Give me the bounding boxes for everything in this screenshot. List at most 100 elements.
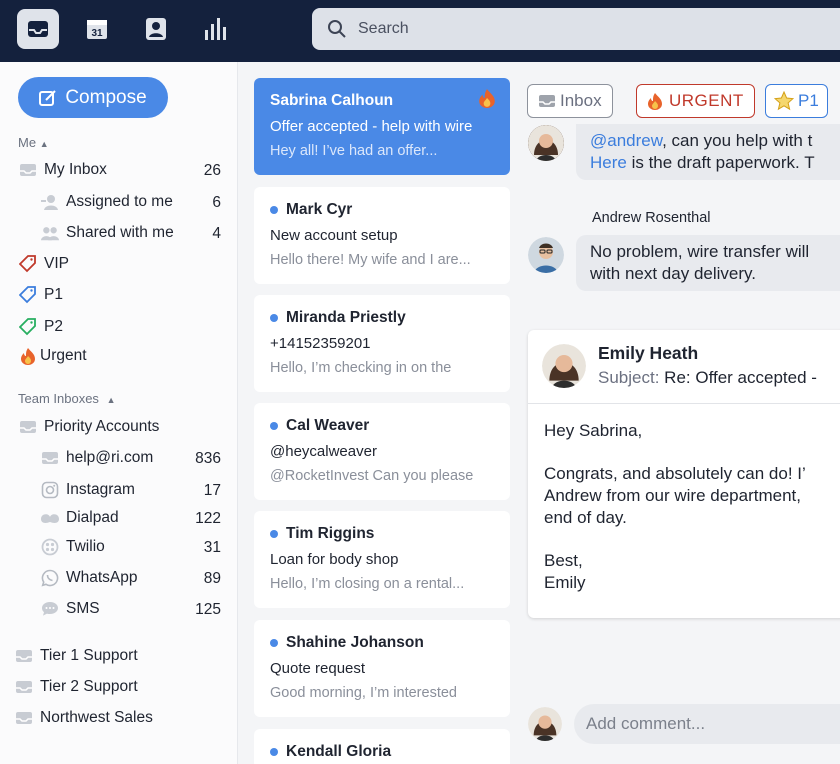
- unread-dot: [270, 206, 278, 214]
- whatsapp-icon: [40, 568, 60, 588]
- avatar: [528, 237, 564, 273]
- assigned-count: 6: [212, 194, 221, 211]
- instagram-icon: [40, 480, 60, 500]
- team-inboxes-section-label[interactable]: Team Inboxes ▲: [18, 391, 115, 406]
- message-bubble: @andrew, can you help with t Here is the…: [576, 124, 840, 180]
- conversation-preview: Hello there! My wife and I are...: [270, 252, 471, 268]
- inbox-icon: [18, 160, 38, 180]
- comment-input[interactable]: Add comment...: [574, 704, 840, 744]
- inbox-tag[interactable]: Inbox: [527, 84, 613, 118]
- conversation-subject: Quote request: [270, 660, 366, 677]
- conversation-preview: Hey all! I’ve had an offer...: [270, 143, 438, 159]
- sidebar-item-vip[interactable]: VIP: [18, 254, 69, 274]
- avatar: [542, 344, 586, 388]
- analytics-nav-icon[interactable]: [195, 9, 237, 49]
- contacts-nav-icon[interactable]: [135, 9, 177, 49]
- unread-dot: [270, 422, 278, 430]
- svg-text:31: 31: [91, 28, 103, 39]
- sender-name: Sabrina Calhoun: [270, 92, 394, 109]
- sidebar-item-help-email[interactable]: help@ri.com: [40, 448, 153, 468]
- sms-count: 125: [195, 601, 221, 618]
- sidebar-item-tier-1-support[interactable]: Tier 1 Support: [14, 646, 138, 666]
- conversation-detail: Inbox URGENT P1 @andrew, can you help wi…: [512, 62, 840, 764]
- top-bar: 31 Search: [0, 0, 840, 62]
- conversation-preview: Good morning, I’m interested: [270, 685, 457, 701]
- assigned-user-icon: [40, 192, 60, 212]
- inbox-icon: [18, 417, 38, 437]
- search-placeholder: Search: [358, 20, 409, 37]
- help-email-count: 836: [195, 450, 221, 467]
- urgent-tag[interactable]: URGENT: [636, 84, 755, 118]
- search-icon: [328, 20, 346, 38]
- conversation-subject: Offer accepted - help with wire: [270, 118, 473, 135]
- dialpad-icon: [40, 508, 60, 528]
- message-bubble: No problem, wire transfer will with next…: [576, 235, 840, 291]
- shared-users-icon: [40, 223, 60, 243]
- conversation-card-miranda[interactable]: Miranda Priestly +14152359201 Hello, I’m…: [254, 295, 510, 392]
- sidebar-item-p1[interactable]: P1: [18, 285, 63, 305]
- my-inbox-count: 26: [203, 162, 221, 179]
- inbox-icon: [14, 677, 34, 697]
- conversation-card-kendall[interactable]: Kendall Gloria: [254, 729, 510, 764]
- email-subject: Re: Offer accepted -: [664, 368, 817, 387]
- sidebar-item-shared[interactable]: Shared with me: [40, 223, 174, 243]
- conversation-subject: +14152359201: [270, 335, 371, 352]
- conversation-preview: Hello, I’m checking in on the: [270, 360, 452, 376]
- inbox-nav-icon[interactable]: [17, 9, 59, 49]
- unread-dot: [270, 530, 278, 538]
- message-author: Andrew Rosenthal: [592, 210, 711, 226]
- sidebar-item-tier-2-support[interactable]: Tier 2 Support: [14, 677, 138, 697]
- sidebar-item-whatsapp[interactable]: WhatsApp: [40, 568, 138, 588]
- conversation-card-cal[interactable]: Cal Weaver @heycalweaver @RocketInvest C…: [254, 403, 510, 500]
- inbox-icon: [539, 95, 555, 107]
- twilio-count: 31: [203, 539, 221, 556]
- fire-icon: [478, 88, 496, 113]
- conversation-list: Sabrina Calhoun Offer accepted - help wi…: [238, 62, 528, 764]
- conversation-subject: New account setup: [270, 227, 398, 244]
- me-section-label[interactable]: Me ▲: [18, 135, 49, 150]
- sidebar-item-priority-accounts[interactable]: Priority Accounts: [18, 417, 159, 437]
- conversation-card-mark[interactable]: Mark Cyr New account setup Hello there! …: [254, 187, 510, 284]
- sender-name: Shahine Johanson: [286, 634, 424, 651]
- envelope-icon: [40, 448, 60, 468]
- calendar-nav-icon[interactable]: 31: [76, 9, 118, 49]
- whatsapp-count: 89: [203, 570, 221, 587]
- conversation-preview: @RocketInvest Can you please: [270, 468, 474, 484]
- star-icon: [774, 91, 794, 111]
- conversation-card-sabrina[interactable]: Sabrina Calhoun Offer accepted - help wi…: [254, 78, 510, 175]
- conversation-card-tim[interactable]: Tim Riggins Loan for body shop Hello, I’…: [254, 511, 510, 608]
- sender-name: Kendall Gloria: [286, 743, 392, 760]
- sidebar-item-twilio[interactable]: Twilio: [40, 537, 105, 557]
- sidebar-item-my-inbox[interactable]: My Inbox: [18, 160, 107, 180]
- conversation-subject: Loan for body shop: [270, 551, 399, 568]
- avatar: [528, 707, 562, 741]
- sidebar: Compose Me ▲ My Inbox 26 Assigned to me …: [0, 62, 238, 764]
- sidebar-item-dialpad[interactable]: Dialpad: [40, 508, 119, 528]
- mention-link[interactable]: @andrew: [590, 131, 662, 150]
- email-message-card: Emily Heath Subject: Re: Offer accepted …: [528, 330, 840, 618]
- conversation-preview: Hello, I’m closing on a rental...: [270, 576, 465, 592]
- sidebar-item-northwest-sales[interactable]: Northwest Sales: [14, 708, 153, 728]
- instagram-count: 17: [203, 482, 221, 499]
- unread-dot: [270, 748, 278, 756]
- twilio-icon: [40, 537, 60, 557]
- sidebar-item-sms[interactable]: SMS: [40, 599, 100, 619]
- sender-name: Cal Weaver: [286, 417, 370, 434]
- search-bar[interactable]: Search: [312, 8, 840, 50]
- email-body: Hey Sabrina, Congrats, and absolutely ca…: [544, 421, 806, 592]
- unread-dot: [270, 639, 278, 647]
- vip-tag-icon: [18, 254, 38, 274]
- sidebar-item-instagram[interactable]: Instagram: [40, 480, 135, 500]
- conversation-card-shahine[interactable]: Shahine Johanson Quote request Good morn…: [254, 620, 510, 717]
- email-sender: Emily Heath: [598, 343, 699, 363]
- sidebar-item-urgent[interactable]: Urgent: [18, 346, 87, 366]
- sidebar-item-p2[interactable]: P2: [18, 317, 63, 337]
- p1-tag-icon: [18, 285, 38, 305]
- draft-link[interactable]: Here: [590, 153, 627, 172]
- sidebar-item-assigned[interactable]: Assigned to me: [40, 192, 173, 212]
- p1-tag[interactable]: P1: [765, 84, 828, 118]
- fire-icon: [648, 93, 662, 110]
- dialpad-count: 122: [195, 510, 221, 527]
- compose-button[interactable]: Compose: [18, 77, 168, 118]
- inbox-icon: [14, 708, 34, 728]
